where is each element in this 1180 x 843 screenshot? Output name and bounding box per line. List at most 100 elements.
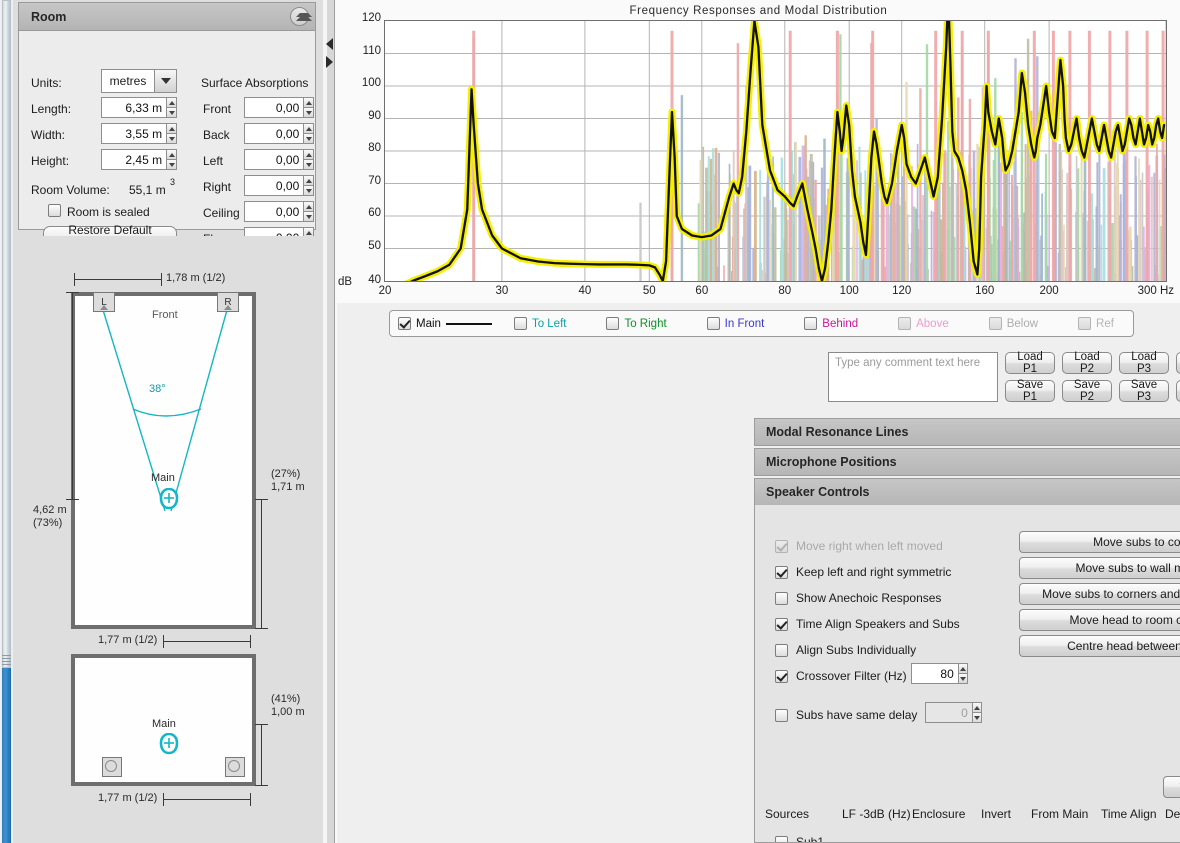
panel-splitter[interactable] <box>323 0 337 843</box>
load-p3-button[interactable]: Load P3 <box>1119 351 1169 375</box>
absorption-stepper-left[interactable] <box>303 149 314 170</box>
elevation-sub-left[interactable] <box>102 757 122 777</box>
checkbox-box[interactable] <box>775 565 788 579</box>
checkbox-crossover-filter[interactable]: Crossover Filter (Hz) <box>775 669 907 683</box>
absorption-input-back[interactable] <box>244 123 304 144</box>
load-p2-button[interactable]: Load P2 <box>1062 351 1112 375</box>
crossover-filter-field[interactable] <box>911 663 968 684</box>
plan-angle-label: 38° <box>149 383 166 395</box>
checkbox-box[interactable] <box>775 643 788 657</box>
checkbox-align-subs-individually[interactable]: Align Subs Individually <box>775 643 916 657</box>
elevation-sub-right[interactable] <box>225 757 245 777</box>
checkbox-box[interactable] <box>775 617 788 631</box>
room-is-sealed-checkbox[interactable] <box>48 204 61 217</box>
load-p4-button[interactable]: Load P4 <box>1176 352 1180 374</box>
width-input[interactable] <box>101 123 167 144</box>
move-subs-to-corners-and-wall-midpoints-button[interactable]: Move subs to corners and wall midpoints <box>1019 583 1180 605</box>
checkbox-label: Time Align Speakers and Subs <box>796 617 960 631</box>
elevation-main-label: Main <box>152 718 176 730</box>
absorption-field-ceiling[interactable] <box>244 201 314 222</box>
collapse-icon[interactable] <box>290 7 312 26</box>
crossover-stepper[interactable] <box>957 663 968 684</box>
length-input[interactable] <box>101 97 167 118</box>
absorption-stepper-right[interactable] <box>303 175 314 196</box>
expand-right-icon[interactable] <box>326 56 333 68</box>
absorption-input-front[interactable] <box>244 97 304 118</box>
legend-checkbox[interactable] <box>706 317 720 330</box>
width-stepper[interactable] <box>166 123 177 144</box>
save-p1-button[interactable]: Save P1 <box>1005 379 1055 403</box>
legend-item-to-left[interactable]: To Left <box>513 317 566 330</box>
absorption-input-left[interactable] <box>244 149 304 170</box>
scrollbar-thumb[interactable] <box>2 0 11 668</box>
plan-head-icon[interactable] <box>159 488 179 510</box>
absorption-input-ceiling[interactable] <box>244 201 304 222</box>
legend-item-to-right[interactable]: To Right <box>606 317 667 330</box>
checkbox-show-anechoic-responses[interactable]: Show Anechoic Responses <box>775 591 941 605</box>
save-p3-button[interactable]: Save P3 <box>1119 379 1169 403</box>
move-subs-to-corners-button[interactable]: Move subs to corners <box>1019 531 1180 553</box>
absorption-stepper-front[interactable] <box>303 97 314 118</box>
absorption-input-right[interactable] <box>244 175 304 196</box>
absorption-stepper-back[interactable] <box>303 123 314 144</box>
plan-left-dimension: 4,62 m (73%) <box>33 504 67 529</box>
centre-head-between-speakers-button[interactable]: Centre head between speakers <box>1019 635 1180 657</box>
units-value: metres <box>109 74 147 88</box>
room-panel-header[interactable]: Room <box>19 3 315 31</box>
height-stepper[interactable] <box>166 149 177 170</box>
collapse-left-icon[interactable] <box>326 38 333 50</box>
absorption-stepper-ceiling[interactable] <box>303 201 314 222</box>
elevation-head-icon[interactable] <box>159 733 179 755</box>
table-row[interactable]: Sub1 <box>775 835 824 842</box>
section-speaker-controls[interactable]: Speaker Controls <box>754 478 1180 506</box>
source-checkbox-sub1[interactable] <box>775 835 788 842</box>
move-subs-to-wall-midpoints-button[interactable]: Move subs to wall midpoints <box>1019 557 1180 579</box>
checkbox-box[interactable] <box>775 591 788 605</box>
comment-input[interactable] <box>828 352 998 402</box>
absorption-field-right[interactable] <box>244 175 314 196</box>
legend-item-behind[interactable]: Behind <box>804 317 858 330</box>
plan-right-speaker[interactable]: R <box>217 292 239 312</box>
load-p1-button[interactable]: Load P1 <box>1005 351 1055 375</box>
checkbox-box[interactable] <box>775 669 788 683</box>
plan-right-dimension: (27%) 1,71 m <box>271 468 305 493</box>
section-microphone-positions[interactable]: Microphone Positions <box>754 448 1180 476</box>
left-window-scrollbar[interactable] <box>0 0 13 843</box>
units-select[interactable]: metres <box>101 69 177 93</box>
subs-same-delay-input <box>925 702 972 723</box>
width-field[interactable] <box>101 123 177 144</box>
plan-left-speaker[interactable]: L <box>93 292 115 312</box>
chart-legend[interactable]: Main To Left To Right In Front Behind Above Be… <box>389 310 1134 337</box>
height-field[interactable] <box>101 149 177 170</box>
checkbox-keep-left-right-symmetric[interactable]: Keep left and right symmetric <box>775 565 951 579</box>
save-p4-button[interactable]: Save P4 <box>1176 380 1180 402</box>
frequency-response-chart[interactable]: Frequency Responses and Modal Distributi… <box>337 0 1180 303</box>
legend-label: In Front <box>724 317 765 330</box>
length-field[interactable] <box>101 97 177 118</box>
legend-item-main[interactable]: Main <box>398 317 492 330</box>
zero-delays-and-gains-button[interactable]: Zero delays and gains <box>1163 773 1180 798</box>
legend-checkbox[interactable] <box>606 317 620 330</box>
checkbox-label: Show Anechoic Responses <box>796 591 942 605</box>
checkbox-time-align-speakers-and-subs[interactable]: Time Align Speakers and Subs <box>775 617 960 631</box>
save-p2-button[interactable]: Save P2 <box>1062 379 1112 403</box>
scrollbar-track[interactable] <box>2 668 11 843</box>
length-stepper[interactable] <box>166 97 177 118</box>
legend-item-in-front[interactable]: In Front <box>706 317 765 330</box>
chart-plot-area[interactable] <box>384 20 1167 282</box>
chart-x-tick: 80 <box>778 285 792 297</box>
absorption-field-back[interactable] <box>244 123 314 144</box>
height-input[interactable] <box>101 149 167 170</box>
legend-checkbox[interactable] <box>398 317 411 330</box>
section-modal-resonance-lines[interactable]: Modal Resonance Lines <box>754 418 1180 446</box>
legend-checkbox[interactable] <box>513 317 527 330</box>
chart-y-tick: 60 <box>368 207 381 219</box>
crossover-filter-input[interactable] <box>911 663 958 684</box>
legend-checkbox[interactable] <box>804 317 818 330</box>
absorption-field-left[interactable] <box>244 149 314 170</box>
absorption-field-front[interactable] <box>244 97 314 118</box>
checkbox-box[interactable] <box>775 708 788 722</box>
chart-x-tick: 200 <box>1039 285 1059 297</box>
move-head-to-room-centre-line-button[interactable]: Move head to room centre line <box>1019 609 1180 631</box>
checkbox-subs-have-same-delay[interactable]: Subs have same delay <box>775 708 917 722</box>
